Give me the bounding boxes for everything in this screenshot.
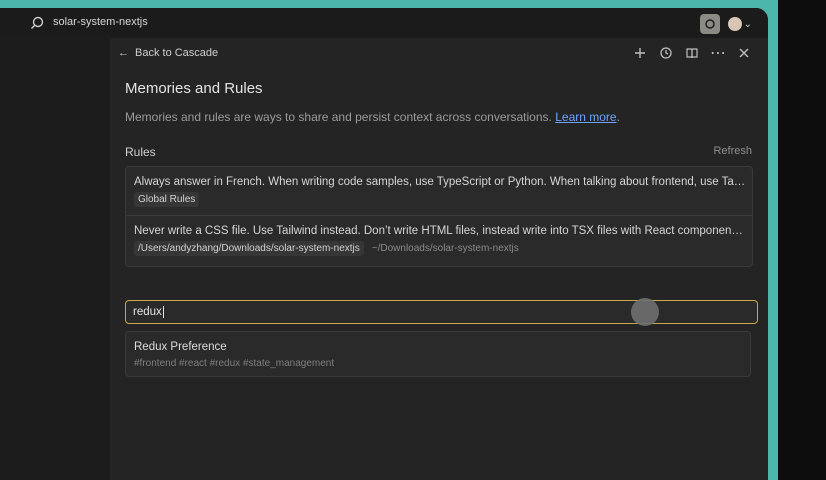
- rule-item[interactable]: Never write a CSS file. Use Tailwind ins…: [134, 225, 746, 256]
- close-icon[interactable]: [736, 45, 752, 61]
- more-icon[interactable]: ⋯: [710, 45, 726, 62]
- rules-section-title: Rules: [125, 145, 156, 159]
- title-right-controls: ⌄: [699, 14, 752, 34]
- refresh-button[interactable]: Refresh: [713, 145, 752, 157]
- app-glyph-icon: [704, 19, 715, 29]
- app-icon[interactable]: [699, 14, 720, 34]
- rule-meta: /Users/andyzhang/Downloads/solar-system-…: [134, 241, 746, 256]
- history-icon[interactable]: [658, 45, 674, 61]
- memory-result-item[interactable]: Redux Preference #frontend #react #redux…: [125, 331, 751, 377]
- avatar-icon: [727, 17, 742, 31]
- rules-list: Always answer in French. When writing co…: [125, 166, 753, 267]
- plus-icon[interactable]: [632, 45, 648, 61]
- search-input-value: redux: [133, 306, 162, 318]
- rule-item[interactable]: Always answer in French. When writing co…: [134, 176, 746, 207]
- memories-rules-panel: ← Back to Cascade ⋯ Memories and Rules M…: [110, 38, 768, 480]
- memory-title: Redux Preference: [134, 341, 227, 353]
- global-rules-badge: Global Rules: [134, 192, 200, 207]
- rule-meta: Global Rules: [134, 192, 746, 207]
- avatar[interactable]: ⌄: [727, 17, 752, 31]
- sidebar: [0, 38, 110, 480]
- chevron-down-icon: ⌄: [743, 18, 752, 30]
- page-description-text: Memories and rules are ways to share and…: [125, 110, 552, 124]
- rule-text: Always answer in French. When writing co…: [134, 176, 746, 188]
- text-caret: [162, 306, 164, 318]
- desktop-edge: [778, 0, 826, 480]
- panel-actions: ⋯: [632, 45, 752, 62]
- window-title: solar-system-nextjs: [53, 16, 148, 28]
- back-button[interactable]: ← Back to Cascade: [118, 47, 218, 59]
- rule-text: Never write a CSS file. Use Tailwind ins…: [134, 225, 746, 237]
- divider: [126, 215, 752, 216]
- workspace-path-badge: /Users/andyzhang/Downloads/solar-system-…: [134, 241, 364, 256]
- arrow-left-icon: ←: [118, 47, 129, 59]
- panel-topbar: ← Back to Cascade ⋯: [110, 38, 768, 70]
- workspace-short-path: ~/Downloads/solar-system-nextjs: [371, 243, 519, 254]
- page-description-end: .: [616, 110, 620, 124]
- learn-more-link[interactable]: Learn more: [555, 110, 616, 124]
- title-bar: solar-system-nextjs ⌄: [0, 8, 768, 38]
- mouse-cursor: [631, 298, 659, 326]
- book-icon[interactable]: [684, 45, 700, 61]
- app-window: solar-system-nextjs ⌄ ← Back to Cascade: [0, 8, 768, 480]
- search-icon[interactable]: [29, 15, 45, 31]
- memories-search-input[interactable]: redux: [125, 300, 758, 324]
- back-label: Back to Cascade: [135, 47, 219, 59]
- page-title: Memories and Rules: [125, 80, 263, 97]
- memory-tags: #frontend #react #redux #state_managemen…: [134, 358, 335, 369]
- page-description: Memories and rules are ways to share and…: [125, 110, 620, 124]
